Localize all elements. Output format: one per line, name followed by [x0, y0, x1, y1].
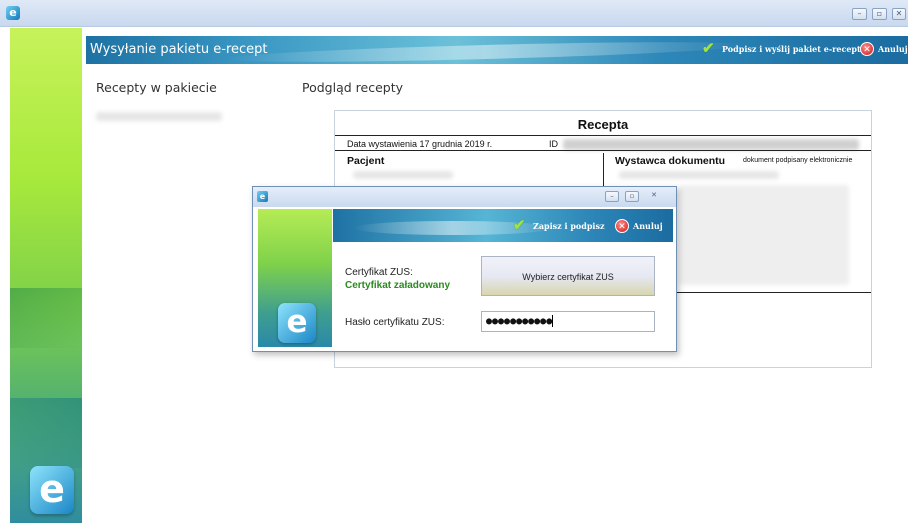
cert-status: Certyfikat załadowany	[345, 280, 451, 291]
password-field[interactable]: ●●●●●●●●●●●	[481, 311, 655, 332]
cancel-x-icon: ✕	[860, 42, 874, 56]
window-titlebar: e – ▫ ✕	[0, 0, 908, 27]
save-sign-label: Zapisz i podpisz	[533, 221, 605, 231]
signed-note: dokument podpisany elektronicznie	[743, 157, 853, 164]
cert-label: Certyfikat ZUS:	[345, 267, 413, 278]
dialog-cancel-label: Anuluj	[633, 221, 663, 231]
dialog-header-bar: Zapisz i podpisz ✕ Anuluj	[333, 209, 673, 242]
sidebar-decoration: e	[10, 28, 82, 523]
password-label: Hasło certyfikatu ZUS:	[345, 317, 445, 328]
minimize-icon[interactable]: –	[852, 8, 867, 20]
issuer-label: Wystawca dokumentu	[615, 155, 726, 167]
sign-send-button[interactable]: Podpisz i wyślij pakiet e-recept	[702, 39, 861, 57]
cancel-button[interactable]: ✕ Anuluj	[860, 42, 908, 56]
sign-send-label: Podpisz i wyślij pakiet e-recept	[722, 44, 861, 54]
prescription-title: Recepta	[577, 117, 629, 132]
app-e-icon: e	[6, 6, 20, 20]
e-logo-icon: e	[30, 466, 74, 514]
checkmark-icon	[702, 39, 718, 57]
cancel-x-icon: ✕	[615, 219, 629, 233]
page-title: Wysyłanie pakietu e-recept	[90, 42, 268, 57]
save-sign-button[interactable]: Zapisz i podpisz	[513, 216, 605, 234]
dialog-maximize-icon[interactable]: ▫	[625, 191, 639, 202]
preview-heading: Podgląd recepty	[302, 80, 404, 95]
patient-name	[353, 171, 453, 179]
dialog-side-decoration: e	[258, 209, 332, 347]
patient-label: Pacjent	[347, 155, 385, 167]
issuer-details	[679, 185, 849, 285]
header-bar: Wysyłanie pakietu e-recept Podpisz i wyś…	[86, 36, 908, 64]
issuer-name	[619, 171, 779, 179]
close-icon[interactable]: ✕	[892, 8, 906, 20]
dialog-cancel-button[interactable]: ✕ Anuluj	[615, 219, 663, 233]
dialog-close-icon[interactable]: ✕	[647, 191, 661, 202]
password-value: ●●●●●●●●●●●	[486, 316, 553, 327]
id-value	[563, 139, 859, 150]
dialog-titlebar: e – ▫ ✕	[253, 187, 676, 207]
maximize-icon[interactable]: ▫	[872, 8, 887, 20]
dialog-e-icon: e	[257, 191, 268, 202]
cancel-label: Anuluj	[878, 44, 908, 54]
dialog-e-logo-icon: e	[278, 303, 316, 343]
prescriptions-heading: Recepty w pakiecie	[96, 80, 217, 95]
dialog-minimize-icon[interactable]: –	[605, 191, 619, 202]
issue-date: Data wystawienia 17 grudnia 2019 r.	[347, 139, 493, 149]
checkmark-icon	[513, 216, 529, 234]
list-item[interactable]	[96, 112, 222, 121]
choose-certificate-button[interactable]: Wybierz certyfikat ZUS	[481, 256, 655, 296]
id-label: ID	[549, 139, 558, 149]
